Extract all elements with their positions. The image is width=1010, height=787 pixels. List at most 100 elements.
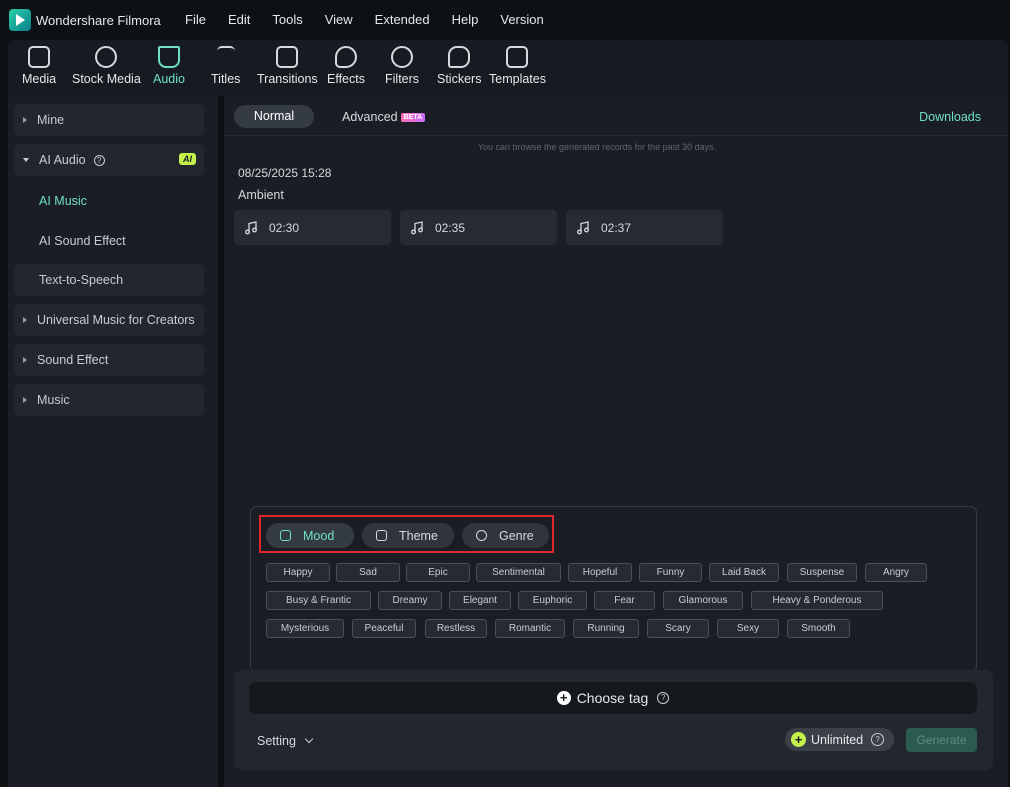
tag-chip[interactable]: Angry	[865, 563, 927, 582]
menu-bar: File Edit Tools View Extended Help Versi…	[185, 12, 566, 27]
tag-chip[interactable]: Suspense	[787, 563, 857, 582]
tool-effects[interactable]: Effects	[327, 46, 365, 86]
tag-chip[interactable]: Happy	[266, 563, 330, 582]
tag-chip[interactable]: Smooth	[787, 619, 850, 638]
sidebar: Mine AI Audio ? AI AI Music AI Sound Eff…	[8, 96, 218, 787]
tool-audio[interactable]: Audio	[153, 46, 185, 86]
audio-icon	[157, 46, 180, 68]
record-date: 08/25/2025 15:28	[238, 166, 332, 180]
unlimited-credits-badge[interactable]: + Unlimited ?	[785, 728, 894, 751]
caret-right-icon	[23, 117, 27, 123]
sidebar-item-label: Sound Effect	[37, 353, 109, 367]
chevron-down-icon	[304, 734, 314, 744]
choose-tag-button[interactable]: + Choose tag ?	[249, 682, 977, 714]
tag-chip[interactable]: Dreamy	[378, 591, 442, 610]
caret-down-icon	[23, 158, 29, 162]
tool-filters[interactable]: Filters	[385, 46, 419, 86]
tag-chip[interactable]: Restless	[425, 619, 487, 638]
tag-chip[interactable]: Hopeful	[568, 563, 632, 582]
tab-normal[interactable]: Normal	[234, 105, 314, 128]
sidebar-item-label: Music	[37, 393, 70, 407]
sidebar-item-mine[interactable]: Mine	[14, 104, 204, 136]
tool-media[interactable]: Media	[22, 46, 56, 86]
sidebar-item-text-to-speech[interactable]: Text-to-Speech	[14, 264, 204, 296]
tag-chip[interactable]: Laid Back	[709, 563, 779, 582]
sidebar-item-label: Mine	[37, 113, 65, 127]
tool-label: Effects	[327, 72, 365, 86]
tool-transitions[interactable]: Transitions	[257, 46, 318, 86]
generate-panel: + Choose tag ? Setting + Unlimited ? Gen…	[234, 670, 993, 770]
divider	[224, 135, 1008, 136]
tab-advanced[interactable]: Advanced BETA	[342, 110, 426, 124]
category-label: Genre	[499, 528, 534, 543]
sidebar-item-ai-music[interactable]: AI Music	[39, 194, 87, 208]
tab-label: Advanced	[342, 110, 398, 124]
track-card[interactable]: 02:35	[400, 210, 557, 245]
track-card[interactable]: 02:30	[234, 210, 391, 245]
record-name: Ambient	[238, 188, 284, 202]
tool-label: Titles	[211, 72, 241, 86]
sidebar-item-label: AI Audio	[39, 153, 86, 167]
sidebar-item-ai-sound-effect[interactable]: AI Sound Effect	[39, 234, 126, 248]
titles-icon	[216, 46, 235, 68]
tag-chip[interactable]: Funny	[639, 563, 702, 582]
media-icon	[28, 46, 51, 68]
generate-button[interactable]: Generate	[906, 728, 977, 752]
category-genre[interactable]: Genre	[462, 523, 549, 548]
tag-chip[interactable]: Euphoric	[518, 591, 587, 610]
templates-icon	[506, 46, 529, 68]
menu-extended[interactable]: Extended	[375, 12, 430, 27]
tag-panel: Mood Theme Genre Happy Sad Epic Sentimen…	[250, 506, 977, 673]
tool-label: Filters	[385, 72, 420, 86]
tag-chip[interactable]: Sexy	[717, 619, 779, 638]
mood-icon	[280, 530, 291, 541]
menu-view[interactable]: View	[325, 12, 353, 27]
tag-chip[interactable]: Busy & Frantic	[266, 591, 371, 610]
tool-label: Audio	[153, 72, 185, 86]
tool-stock-media[interactable]: Stock Media	[72, 46, 141, 86]
sidebar-item-sound-effect[interactable]: Sound Effect	[14, 344, 204, 376]
track-duration: 02:37	[601, 220, 632, 235]
tag-chip[interactable]: Sad	[336, 563, 400, 582]
choose-tag-label: Choose tag	[576, 690, 649, 706]
tag-chip[interactable]: Scary	[647, 619, 709, 638]
help-icon[interactable]: ?	[871, 733, 885, 746]
tag-chip[interactable]: Sentimental	[476, 563, 561, 582]
downloads-link[interactable]: Downloads	[919, 110, 981, 124]
tag-chip[interactable]: Romantic	[495, 619, 565, 638]
tag-chip[interactable]: Running	[573, 619, 639, 638]
category-label: Mood	[303, 528, 335, 543]
setting-dropdown[interactable]: Setting	[257, 734, 314, 748]
tag-chip[interactable]: Glamorous	[663, 591, 743, 610]
track-duration: 02:35	[435, 220, 466, 235]
sidebar-item-ai-audio[interactable]: AI Audio ? AI	[14, 144, 204, 176]
tag-chip[interactable]: Epic	[406, 563, 470, 582]
category-theme[interactable]: Theme	[362, 523, 454, 548]
category-mood[interactable]: Mood	[266, 523, 354, 548]
tag-chip[interactable]: Peaceful	[352, 619, 416, 638]
track-duration: 02:30	[269, 220, 300, 235]
menu-version[interactable]: Version	[500, 12, 543, 27]
menu-tools[interactable]: Tools	[272, 12, 302, 27]
help-icon[interactable]: ?	[657, 692, 670, 704]
tool-label: Media	[22, 72, 57, 86]
tag-chip[interactable]: Fear	[594, 591, 655, 610]
tag-chip[interactable]: Elegant	[449, 591, 511, 610]
caret-right-icon	[23, 397, 27, 403]
help-icon[interactable]: ?	[93, 154, 105, 166]
sidebar-item-universal-music[interactable]: Universal Music for Creators	[14, 304, 204, 336]
tag-chip[interactable]: Heavy & Ponderous	[751, 591, 883, 610]
filters-icon	[391, 46, 414, 68]
tag-chip[interactable]: Mysterious	[266, 619, 344, 638]
menu-help[interactable]: Help	[452, 12, 479, 27]
menu-edit[interactable]: Edit	[228, 12, 250, 27]
tool-stickers[interactable]: Stickers	[437, 46, 481, 86]
transitions-icon	[276, 46, 299, 68]
menu-file[interactable]: File	[185, 12, 206, 27]
track-card[interactable]: 02:37	[566, 210, 723, 245]
stock-media-icon	[95, 46, 118, 68]
tool-templates[interactable]: Templates	[489, 46, 546, 86]
history-notice: You can browse the generated records for…	[477, 142, 717, 152]
tool-titles[interactable]: Titles	[211, 46, 240, 86]
sidebar-item-music[interactable]: Music	[14, 384, 204, 416]
